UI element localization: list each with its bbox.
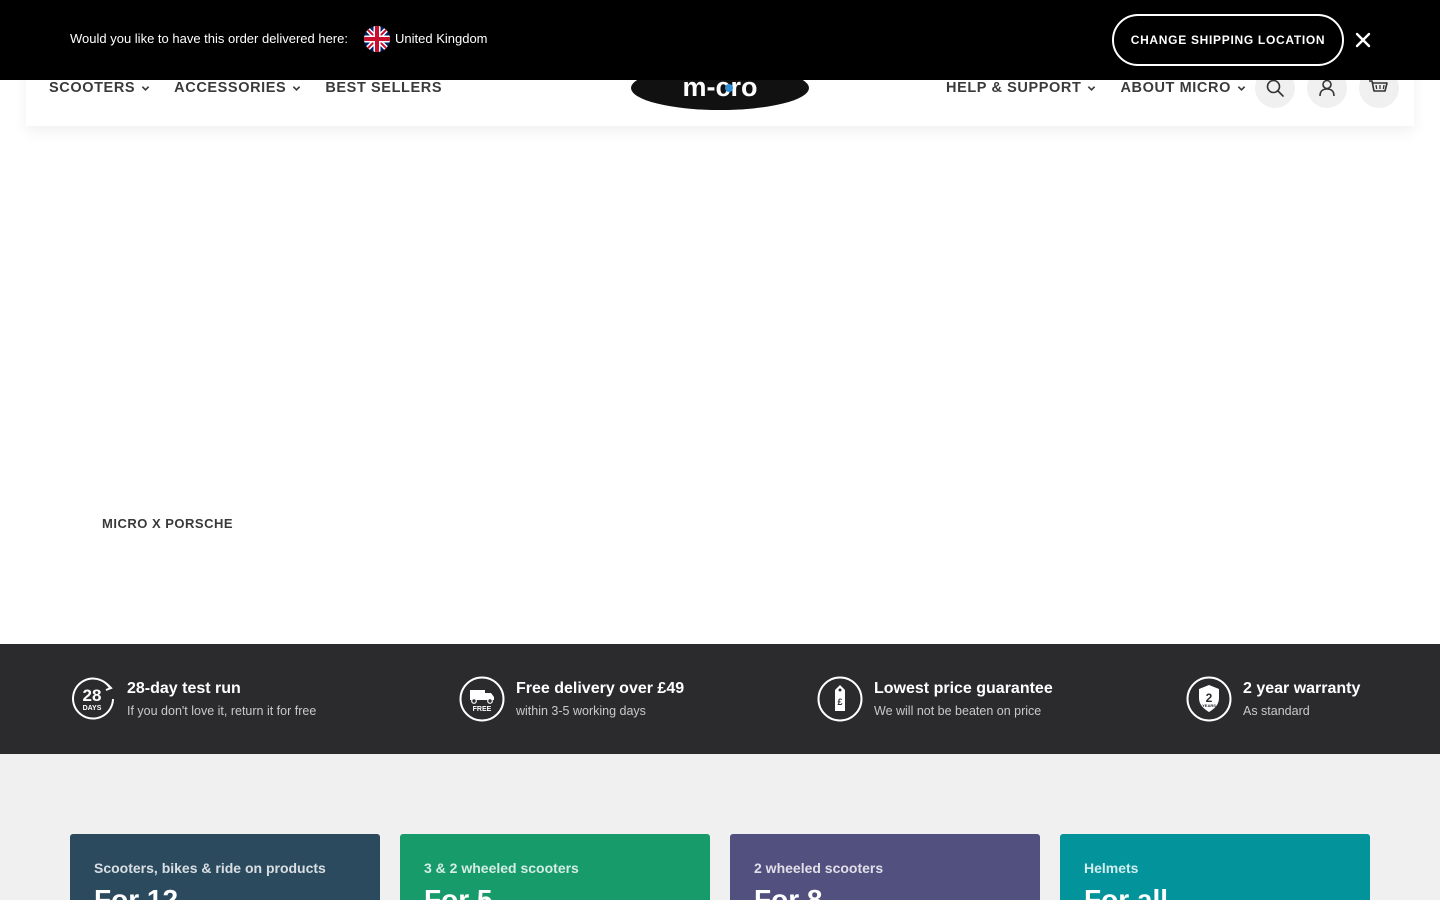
usp-subtitle: We will not be beaten on price xyxy=(874,704,1042,718)
svg-text:YEARS: YEARS xyxy=(1202,703,1216,708)
usp-title: Free delivery over £49 xyxy=(516,680,685,697)
category-card-5[interactable]: 3 & 2 wheeled scooters For 5 xyxy=(400,834,710,900)
category-subtitle: 3 & 2 wheeled scooters xyxy=(424,860,579,876)
account-icon xyxy=(1319,79,1335,97)
category-subtitle: Helmets xyxy=(1084,860,1139,876)
category-title: For 5 xyxy=(424,884,493,900)
usp-subtitle: within 3-5 working days xyxy=(516,704,646,718)
nav-item-label: BEST SELLERS xyxy=(325,80,443,96)
nav-item-label: SCOOTERS xyxy=(49,80,136,96)
category-card-helmets[interactable]: Helmets For all xyxy=(1060,834,1370,900)
category-title: For 12 xyxy=(94,884,179,900)
category-title: For 8 xyxy=(754,884,823,900)
nav-item-scooters[interactable]: SCOOTERS xyxy=(49,80,150,96)
chevron-down-icon xyxy=(293,85,301,91)
chevron-down-icon xyxy=(141,85,150,91)
svg-text:£: £ xyxy=(837,697,842,707)
nav-item-accessories[interactable]: ACCESSORIES xyxy=(174,80,301,96)
svg-text:28: 28 xyxy=(83,686,102,705)
usp-subtitle: If you don't love it, return it for free xyxy=(127,704,317,718)
usp-item-warranty: 2 YEARS 2 year warranty As standard xyxy=(1186,676,1360,722)
cart-icon xyxy=(1369,80,1388,92)
nav-item-label: HELP & SUPPORT xyxy=(946,80,1082,96)
svg-text:FREE: FREE xyxy=(473,706,492,713)
banner-country: United Kingdom xyxy=(395,31,488,46)
category-card-8[interactable]: 2 wheeled scooters For 8 xyxy=(730,834,1040,900)
category-section: Scooters, bikes & ride on products For 1… xyxy=(0,754,1440,900)
hero-label[interactable]: MICRO X PORSCHE xyxy=(102,516,233,531)
close-banner-button[interactable] xyxy=(1353,30,1373,50)
usp-item-free-delivery: FREE Free delivery over £49 within 3-5 w… xyxy=(459,676,684,722)
usp-title: Lowest price guarantee xyxy=(874,680,1053,697)
main-nav-left: SCOOTERS ACCESSORIES BEST SELLERS xyxy=(49,80,442,96)
search-icon xyxy=(1266,79,1284,97)
price-tag-icon: £ xyxy=(817,676,863,722)
uk-flag-icon xyxy=(364,26,390,52)
change-shipping-location-button[interactable]: CHANGE SHIPPING LOCATION xyxy=(1112,14,1344,66)
chevron-down-icon xyxy=(1088,85,1096,91)
usp-item-lowest-price: £ Lowest price guarantee We will not be … xyxy=(817,676,1053,722)
usp-title: 2 year warranty xyxy=(1243,680,1361,697)
chevron-down-icon xyxy=(1237,85,1246,91)
nav-item-about-micro[interactable]: ABOUT MICRO xyxy=(1120,80,1246,96)
shipping-location-banner: Would you like to have this order delive… xyxy=(0,0,1440,80)
close-icon xyxy=(1355,32,1371,48)
category-subtitle: 2 wheeled scooters xyxy=(754,860,884,876)
banner-question: Would you like to have this order delive… xyxy=(70,31,348,46)
category-title: For all xyxy=(1084,884,1169,900)
usp-subtitle: As standard xyxy=(1243,704,1310,718)
usp-title: 28-day test run xyxy=(127,680,241,697)
nav-item-label: ACCESSORIES xyxy=(174,80,287,96)
free-delivery-icon: FREE xyxy=(459,676,505,722)
usp-item-test-run: 28 DAYS 28-day test run If you don't lov… xyxy=(70,676,316,722)
warranty-shield-icon: 2 YEARS xyxy=(1186,676,1232,722)
nav-item-best-sellers[interactable]: BEST SELLERS xyxy=(325,80,442,96)
category-subtitle: Scooters, bikes & ride on products xyxy=(94,860,326,876)
28-days-icon: 28 DAYS xyxy=(72,677,114,720)
usp-bar: 28 DAYS 28-day test run If you don't lov… xyxy=(0,644,1440,754)
nav-item-label: ABOUT MICRO xyxy=(1120,80,1231,96)
main-nav-right: HELP & SUPPORT ABOUT MICRO xyxy=(946,80,1246,96)
svg-text:DAYS: DAYS xyxy=(83,705,102,712)
nav-item-help-support[interactable]: HELP & SUPPORT xyxy=(946,80,1096,96)
category-card-12[interactable]: Scooters, bikes & ride on products For 1… xyxy=(70,834,380,900)
